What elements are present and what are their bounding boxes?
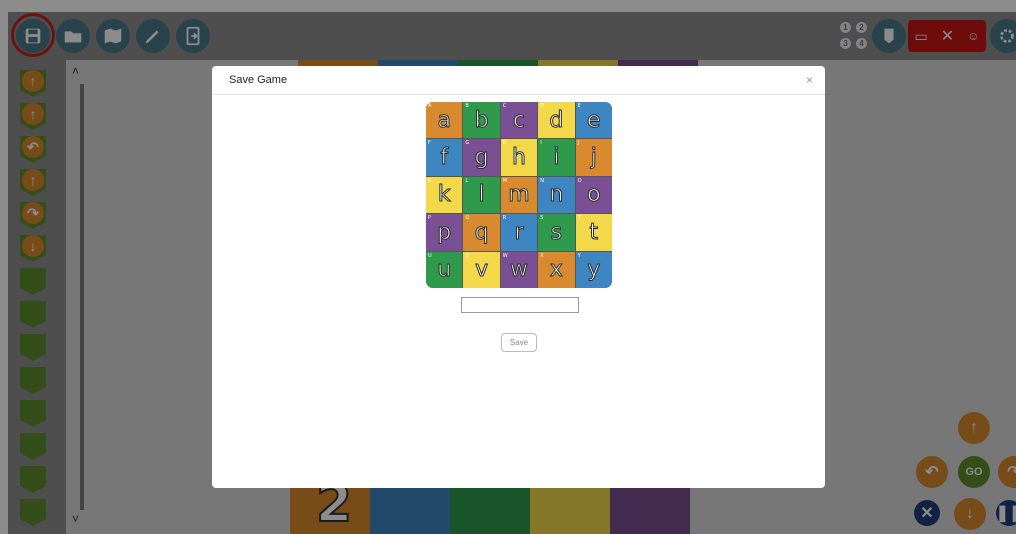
tile-tag: Y [577,252,581,259]
tile-tag: C [502,103,507,109]
letter-tile-a[interactable]: Aa [426,102,463,139]
letter-tile-j[interactable]: Jj [575,139,612,176]
save-button[interactable]: Save [501,333,537,352]
letter-tile-w[interactable]: Ww [500,251,538,288]
save-name-input[interactable] [461,297,579,313]
letter-tile-k[interactable]: Kk [426,176,463,214]
letter-tile-v[interactable]: Vv [463,251,500,288]
letter-tile-u[interactable]: Uu [426,251,463,288]
letter-tile-o[interactable]: Oo [575,176,612,214]
tile-letter: d [549,107,564,133]
dialog-title: Save Game [229,74,288,86]
tile-letter: p [437,219,452,245]
tile-tag: G [465,140,470,147]
tile-tag: O [577,177,582,184]
alphabet-grid: AaBbCcDdEeFfGgHhIiJjKkLlMmNnOoPpQqRrSsTt… [426,102,612,288]
save-game-dialog: Save Game × AaBbCcDdEeFfGgHhIiJjKkLlMmNn… [212,66,825,488]
tile-tag: E [577,103,581,109]
tile-tag: A [428,103,432,109]
tile-letter: j [590,145,597,171]
tile-tag: I [540,140,542,147]
tile-letter: y [587,257,601,283]
dialog-divider [212,94,825,95]
letter-tile-q[interactable]: Qq [463,214,500,251]
letter-tile-x[interactable]: Xx [538,251,575,288]
letter-tile-b[interactable]: Bb [463,102,500,139]
tile-tag: X [540,252,544,259]
tile-letter: x [549,257,563,283]
tile-letter: a [437,107,452,133]
tile-tag: H [502,140,507,147]
tile-letter: i [553,145,560,171]
tile-tag: Q [465,215,470,222]
tile-tag: K [428,177,432,184]
letter-tile-m[interactable]: Mm [500,176,538,214]
tile-letter: k [437,182,451,208]
letter-tile-y[interactable]: Yy [575,251,612,288]
tile-letter: o [587,182,602,208]
tile-letter: c [512,107,526,133]
tile-tag: P [428,215,432,222]
letter-tile-f[interactable]: Ff [426,139,463,176]
tile-letter: f [440,145,449,171]
tile-letter: g [474,145,489,171]
letter-tile-g[interactable]: Gg [463,139,500,176]
tile-tag: L [465,177,469,184]
tile-letter: l [478,182,485,208]
tile-tag: M [502,177,508,184]
tile-letter: w [509,257,528,283]
close-icon[interactable]: × [806,73,813,87]
tile-tag: S [540,215,544,222]
tile-letter: s [550,219,563,245]
tile-tag: D [540,103,545,109]
letter-tile-t[interactable]: Tt [575,214,612,251]
tile-letter: v [475,257,489,283]
tile-letter: u [437,257,452,283]
tile-tag: U [428,252,432,259]
tile-tag: T [577,215,581,222]
tile-tag: J [577,140,580,147]
letter-tile-h[interactable]: Hh [500,139,538,176]
tile-tag: N [540,177,544,184]
tile-letter: r [514,219,524,245]
tile-letter: t [589,219,599,245]
tile-letter: h [512,145,527,171]
tile-letter: q [474,219,489,245]
tile-tag: R [502,215,507,222]
letter-tile-p[interactable]: Pp [426,214,463,251]
letter-tile-d[interactable]: Dd [538,102,575,139]
letter-tile-c[interactable]: Cc [500,102,538,139]
letter-tile-r[interactable]: Rr [500,214,538,251]
tile-letter: m [508,182,530,208]
letter-tile-e[interactable]: Ee [575,102,612,139]
tile-letter: e [587,107,602,133]
letter-tile-n[interactable]: Nn [538,176,575,214]
tile-tag: F [428,140,431,147]
letter-tile-s[interactable]: Ss [538,214,575,251]
letter-tile-l[interactable]: Ll [463,176,500,214]
tile-letter: b [474,107,489,133]
tile-tag: B [465,103,469,109]
tile-tag: V [465,252,469,259]
letter-tile-i[interactable]: Ii [538,139,575,176]
tile-letter: n [549,182,564,208]
tile-tag: W [502,252,508,259]
